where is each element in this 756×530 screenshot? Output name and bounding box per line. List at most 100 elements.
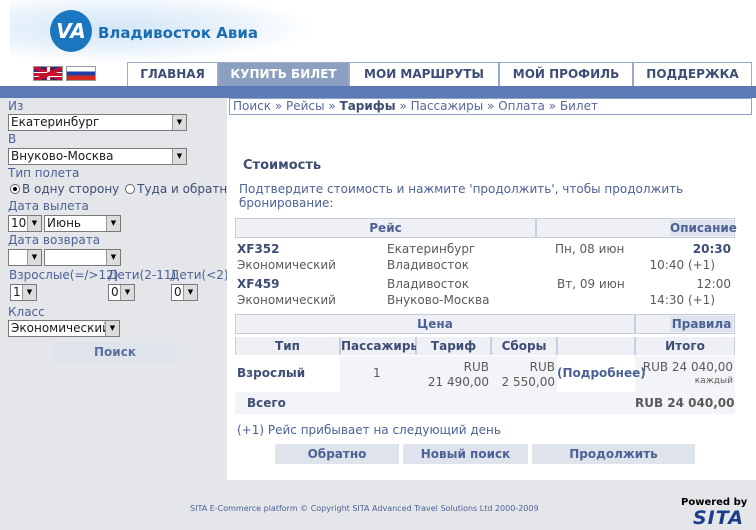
one-way-radio[interactable] [10,184,20,194]
new-search-button[interactable]: Новый поиск [403,444,528,464]
children-value: 0 [111,285,119,299]
flight-departure: 20:30 [692,242,731,256]
next-day-note: (+1) Рейс прибывает на следующий день [237,423,501,437]
depart-month-select[interactable]: Июнь ▼ [44,215,121,232]
crumb-sep: » [487,99,495,113]
flight-code[interactable]: XF352 [237,242,280,256]
infants-value: 0 [174,285,182,299]
children-select[interactable]: 0 ▼ [108,284,135,301]
search-button[interactable]: Поиск [53,343,177,362]
chevron-down-icon: ▼ [106,216,120,231]
col-blank [557,337,635,355]
ru-flag-icon[interactable] [66,66,96,81]
from-label: Из [8,99,24,113]
return-label: Дата возврата [8,233,101,247]
one-way-label: В одну сторону [22,182,120,196]
total-label: Всего [247,396,286,410]
tax-amount: 2 550,00 [501,375,555,389]
col-type: Тип [235,337,340,355]
infants-label: Дети(<2) [170,268,229,282]
to-select[interactable]: Внуково-Москва ▼ [8,148,187,165]
depart-day-value: 10 [11,216,27,230]
trip-type-label: Тип полета [8,166,80,180]
flight-departure: 12:00 [696,277,731,291]
grand-total: RUB 24 040,00 [635,396,735,410]
depart-day-select[interactable]: 10 ▼ [8,215,42,232]
fare-currency: RUB [463,360,489,374]
chevron-down-icon: ▼ [172,149,186,164]
crumb-flights[interactable]: Рейсы [286,99,325,113]
tab-buy-ticket[interactable]: КУПИТЬ БИЛЕТ [218,62,349,86]
trip-type-options: В одну сторону Туда и обратно [10,182,235,196]
chevron-down-icon: ▼ [27,216,41,231]
back-button[interactable]: Обратно [275,444,399,464]
depart-label: Дата вылета [8,199,89,213]
col-total: Итого [635,337,735,355]
adults-select[interactable]: 1 ▼ [10,284,37,301]
tab-my-profile[interactable]: МОЙ ПРОФИЛЬ [499,62,633,86]
col-fare: Тариф [416,337,491,355]
chevron-down-icon: ▼ [105,321,119,336]
class-value: Экономический [11,321,110,335]
flight-to: Внуково-Москва [387,293,490,307]
crumb-payment: Оплата [498,99,545,113]
crumb-sep: » [399,99,407,113]
tab-home[interactable]: ГЛАВНАЯ [127,62,218,86]
infants-select[interactable]: 0 ▼ [171,284,198,301]
col-taxes: Сборы [491,337,557,355]
crumb-sep: » [274,99,283,113]
chevron-down-icon: ▼ [106,250,120,265]
row-total: RUB 24 040,00 [642,360,733,374]
crumb-sep: » [328,99,336,113]
nav-underline [0,86,756,98]
search-sidebar: Из Екатеринбург ▼ В Внуково-Москва ▼ Тип п… [0,98,235,480]
from-select[interactable]: Екатеринбург ▼ [8,114,187,131]
depart-month-value: Июнь [47,216,81,230]
class-label: Класс [8,305,45,319]
copyright: SITA E-Commerce platform © Copyright SIT… [190,504,539,513]
details-link[interactable]: (Подробнее) [557,366,646,380]
crumb-ticket: Билет [559,99,598,113]
round-trip-radio[interactable] [125,184,136,194]
chevron-down-icon: ▼ [183,285,197,300]
adults-value: 1 [13,285,21,299]
header: VA Владивосток Авиа [0,0,756,62]
to-value: Внуково-Москва [11,149,114,163]
continue-button[interactable]: Продолжить [532,444,695,464]
flight-from: Екатеринбург [387,242,476,256]
chevron-down-icon: ▼ [27,250,41,265]
rules-button[interactable]: Правила [670,316,733,332]
pax-type: Взрослый [237,366,306,380]
col-passengers: Пассажиры [340,337,422,355]
price-header: Цена [235,314,635,334]
tab-my-routes[interactable]: МОИ МАРШРУТЫ [349,62,499,86]
airline-logo-icon[interactable]: VA [50,10,92,52]
adults-label: Взрослые(=/>12) [9,268,119,282]
pax-count: 1 [373,366,381,380]
top-nav: ГЛАВНАЯ КУПИТЬ БИЛЕТ МОИ МАРШРУТЫ МОЙ ПР… [0,62,756,86]
sita-logo[interactable]: SITA [693,507,744,529]
main-content: Поиск » Рейсы » Тарифы » Пассажиры » Опл… [227,98,756,480]
breadcrumb: Поиск » Рейсы » Тарифы » Пассажиры » Опл… [229,98,752,115]
chevron-down-icon: ▼ [120,285,134,300]
crumb-fares: Тарифы [339,99,396,113]
flight-from: Владивосток [387,277,469,291]
flight-class: Экономический [237,293,336,307]
uk-flag-icon[interactable] [33,66,63,81]
flight-class: Экономический [237,258,336,272]
children-label: Дети(2-11) [108,268,177,282]
flight-header: Рейс [235,218,536,238]
crumb-search[interactable]: Поиск [233,99,271,113]
airline-name[interactable]: Владивосток Авиа [98,24,258,42]
class-select[interactable]: Экономический ▼ [8,320,120,337]
round-trip-label: Туда и обратно [137,182,235,196]
description-button[interactable]: Описание [670,220,737,236]
flight-arrival: 10:40 (+1) [649,258,715,272]
crumb-passengers: Пассажиры [410,99,484,113]
return-month-select[interactable]: ▼ [44,249,121,266]
flight-code[interactable]: XF459 [237,277,280,291]
tab-support[interactable]: ПОДДЕРЖКА [633,62,752,86]
flight-to: Владивосток [387,258,469,272]
return-day-select[interactable]: ▼ [8,249,42,266]
flight-date: Пн, 08 июн [555,242,625,256]
